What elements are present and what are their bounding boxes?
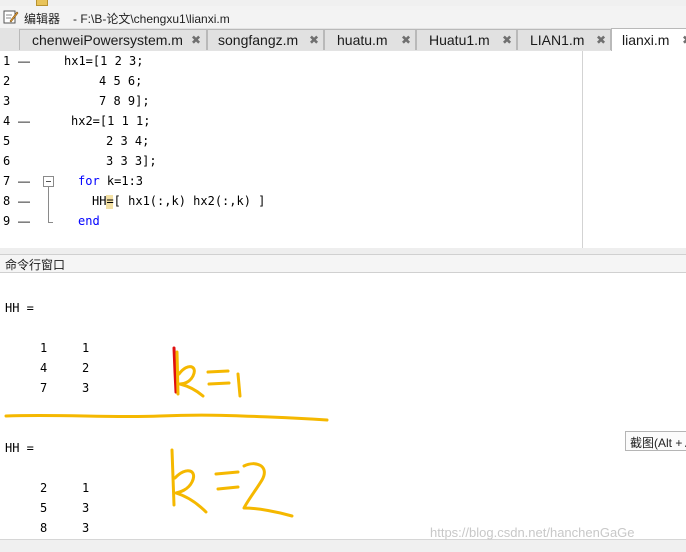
line-number: 6 [3, 154, 11, 168]
editor-title-bar: 编辑器 - F:\B-论文\chengxu1\lianxi.m [0, 6, 686, 29]
pane-splitter[interactable] [0, 248, 686, 255]
breakpoint-marker[interactable]: — [18, 214, 30, 228]
output-cell: 3 [82, 501, 90, 515]
code-line[interactable]: 7 8 9]; [99, 94, 150, 108]
fold-guide-line [48, 187, 49, 222]
editor-title-label: 编辑器 [24, 12, 61, 26]
line-number: 1 [3, 54, 11, 68]
close-icon[interactable]: ✖ [502, 33, 512, 47]
watermark: https://blog.csdn.net/hanchenGaGe [430, 525, 635, 540]
output-cell: 2 [40, 481, 48, 495]
command-window-title: 命令行窗口 [5, 258, 66, 272]
line-number: 8 [3, 194, 11, 208]
line-number: 5 [3, 134, 11, 148]
code-editor[interactable]: 1 — 2 3 4 — 5 6 7 — 8 — 9 — hx1=[1 2 3; … [0, 51, 686, 249]
tooltip-text: 截图(Alt + A) [630, 436, 686, 450]
right-margin-line [582, 51, 583, 248]
close-icon[interactable]: ✖ [309, 33, 319, 47]
tab-label: LIAN1.m [530, 32, 585, 48]
tab-huatu1[interactable]: Huatu1.m ✖ [416, 29, 517, 50]
keyword-for: for [78, 174, 100, 188]
line-number: 7 [3, 174, 11, 188]
code-line[interactable]: HH=[ hx1(:,k) hx2(:,k) ] [92, 194, 265, 208]
tab-label: lianxi.m [622, 32, 670, 48]
line-number-gutter: 1 — 2 3 4 — 5 6 7 — 8 — 9 — [0, 51, 30, 248]
output-cell: 5 [40, 501, 48, 515]
close-icon[interactable]: ✖ [682, 33, 686, 47]
tab-lianxi[interactable]: lianxi.m ✖ [611, 28, 686, 52]
output-cell: 4 [40, 361, 48, 375]
code-line[interactable]: end [78, 214, 100, 228]
line-number: 9 [3, 214, 11, 228]
command-window-output[interactable]: HH = 1 1 4 2 7 3 HH = 2 1 5 3 8 3 [0, 273, 686, 539]
output-cell: 3 [82, 381, 90, 395]
screenshot-tooltip: 截图(Alt + A) [625, 431, 686, 451]
output-cell: 2 [82, 361, 90, 375]
tab-huatu[interactable]: huatu.m ✖ [324, 29, 416, 50]
code-line[interactable]: hx2=[1 1 1; [71, 114, 150, 128]
file-path: - F:\B-论文\chengxu1\lianxi.m [73, 12, 230, 26]
file-tab-bar: chenweiPowersystem.m ✖ songfangz.m ✖ hua… [0, 28, 686, 52]
output-cell: 3 [82, 521, 90, 535]
close-icon[interactable]: ✖ [401, 33, 411, 47]
output-header: HH = [5, 301, 34, 315]
breakpoint-marker[interactable]: — [18, 174, 30, 188]
breakpoint-marker[interactable]: — [18, 194, 30, 208]
output-cell: 7 [40, 381, 48, 395]
code-line[interactable]: 2 3 4; [106, 134, 149, 148]
breakpoint-marker[interactable]: — [18, 54, 30, 68]
tab-label: songfangz.m [218, 32, 299, 48]
output-cell: 8 [40, 521, 48, 535]
code-text: k=1:3 [99, 174, 144, 188]
tab-label: huatu.m [337, 32, 388, 48]
tab-songfangz[interactable]: songfangz.m ✖ [207, 29, 324, 50]
output-cell: 1 [82, 481, 90, 495]
output-header: HH = [5, 441, 34, 455]
breakpoint-marker[interactable]: — [18, 114, 30, 128]
close-icon[interactable]: ✖ [191, 33, 201, 47]
editor-pencil-icon [3, 10, 19, 24]
code-line[interactable]: 4 5 6; [99, 74, 142, 88]
code-line[interactable]: for k=1:3 [78, 174, 143, 188]
code-line[interactable]: 3 3 3]; [106, 154, 157, 168]
line-number: 2 [3, 74, 11, 88]
line-number: 3 [3, 94, 11, 108]
code-fold-toggle[interactable] [43, 176, 54, 187]
tab-chenweipowersystem[interactable]: chenweiPowersystem.m ✖ [19, 29, 207, 50]
keyword-end: end [78, 214, 100, 228]
tab-lian1[interactable]: LIAN1.m ✖ [517, 29, 611, 50]
command-window-header: 命令行窗口 [0, 255, 686, 273]
line-number: 4 [3, 114, 11, 128]
tab-label: Huatu1.m [429, 32, 490, 48]
tab-label: chenweiPowersystem.m [32, 32, 183, 48]
close-icon[interactable]: ✖ [596, 33, 606, 47]
output-cell: 1 [82, 341, 90, 355]
code-line[interactable]: hx1=[1 2 3; [64, 54, 143, 68]
status-strip [0, 539, 686, 552]
output-cell: 1 [40, 341, 48, 355]
fold-guide-end [48, 222, 53, 223]
